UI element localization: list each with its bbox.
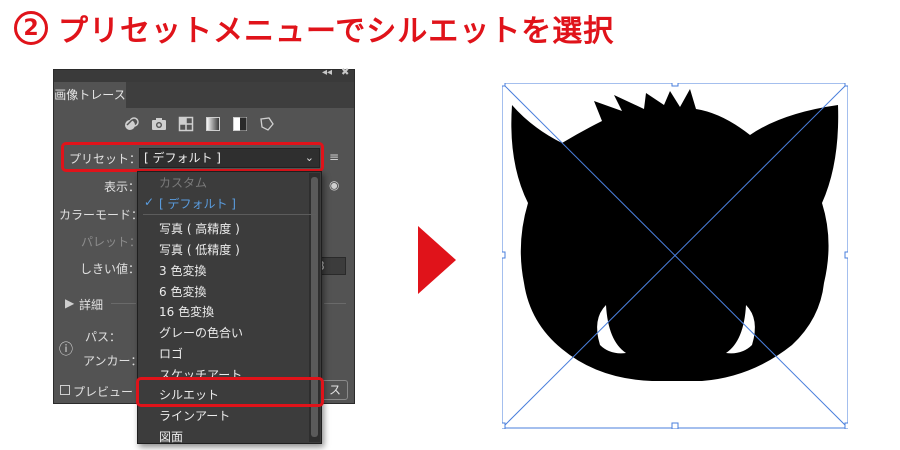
menu-item-default[interactable]: [ デフォルト ] xyxy=(159,195,236,212)
trace-button-label: ス xyxy=(329,383,342,397)
menu-item-shades-of-gray[interactable]: グレーの色合い xyxy=(159,324,243,341)
info-icon: ⓘ xyxy=(59,342,73,358)
anchor-label: アンカー： xyxy=(83,354,143,368)
preview-checkbox[interactable] xyxy=(60,385,70,395)
color-mode-label: カラーモード： xyxy=(59,208,144,222)
path-label: パス： xyxy=(85,330,122,344)
handle-middle-left xyxy=(502,251,506,259)
menu-item-line-art[interactable]: ラインアート xyxy=(159,407,230,424)
handle-top-center xyxy=(671,83,679,87)
menu-item-3-colors[interactable]: 3 色変換 xyxy=(159,262,206,279)
menu-item-6-colors[interactable]: 6 色変換 xyxy=(159,283,206,300)
details-divider-right xyxy=(324,303,346,304)
checkmark-icon: ✓ xyxy=(144,195,155,209)
step-heading: 2 プリセットメニューでシルエットを選択 xyxy=(14,6,614,50)
menu-item-logo[interactable]: ロゴ xyxy=(159,345,183,362)
auto-color-icon[interactable] xyxy=(124,116,140,132)
outline-icon[interactable] xyxy=(259,116,275,132)
display-label: 表示： xyxy=(104,180,141,194)
handle-bottom-right xyxy=(844,422,848,429)
grayscale-icon[interactable] xyxy=(205,116,221,132)
preview-label: プレビュー xyxy=(73,385,134,399)
collapse-icon[interactable]: ◂◂ xyxy=(322,67,332,78)
photo-icon[interactable] xyxy=(151,116,167,132)
step-title: プリセットメニューでシルエットを選択 xyxy=(58,14,615,49)
threshold-label: しきい値： xyxy=(80,262,141,276)
palette-label: パレット： xyxy=(81,235,142,249)
panel-title-bar[interactable]: ◂◂ ✖ xyxy=(54,67,354,82)
eye-icon[interactable]: ◉ xyxy=(329,178,339,192)
step-number-badge: 2 xyxy=(14,11,48,45)
handle-top-left xyxy=(502,83,506,87)
silhouette-shape xyxy=(511,89,839,381)
menu-item-custom: カスタム xyxy=(159,176,208,190)
menu-item-photo-low[interactable]: 写真 ( 低精度 ) xyxy=(159,241,240,258)
handle-bottom-left xyxy=(502,422,506,429)
menu-item-16-colors[interactable]: 16 色変換 xyxy=(159,303,214,320)
preset-menu-icon[interactable]: ≡ xyxy=(329,150,339,164)
next-step-arrow xyxy=(418,226,456,294)
preset-highlight-box xyxy=(61,142,324,172)
menu-item-photo-high[interactable]: 写真 ( 高精度 ) xyxy=(159,220,240,237)
black-white-icon[interactable] xyxy=(232,116,248,132)
close-icon[interactable]: ✖ xyxy=(341,67,349,78)
menu-divider xyxy=(143,214,316,215)
preset-icon-bar xyxy=(124,116,275,132)
menu-item-technical-drawing[interactable]: 図面 xyxy=(159,428,183,445)
handle-bottom-center xyxy=(671,422,679,429)
tab-image-trace[interactable]: 画像トレース xyxy=(54,82,126,108)
disclosure-triangle-icon[interactable]: ▶ xyxy=(65,296,74,310)
details-divider xyxy=(111,303,136,304)
panel-tab-row: 画像トレース xyxy=(54,82,354,108)
traced-silhouette-artwork[interactable] xyxy=(502,83,848,429)
handle-top-right xyxy=(844,83,848,87)
grid-icon[interactable] xyxy=(178,116,194,132)
silhouette-highlight-box xyxy=(136,377,324,407)
details-label[interactable]: 詳細 xyxy=(79,296,103,313)
handle-middle-right xyxy=(844,251,848,259)
